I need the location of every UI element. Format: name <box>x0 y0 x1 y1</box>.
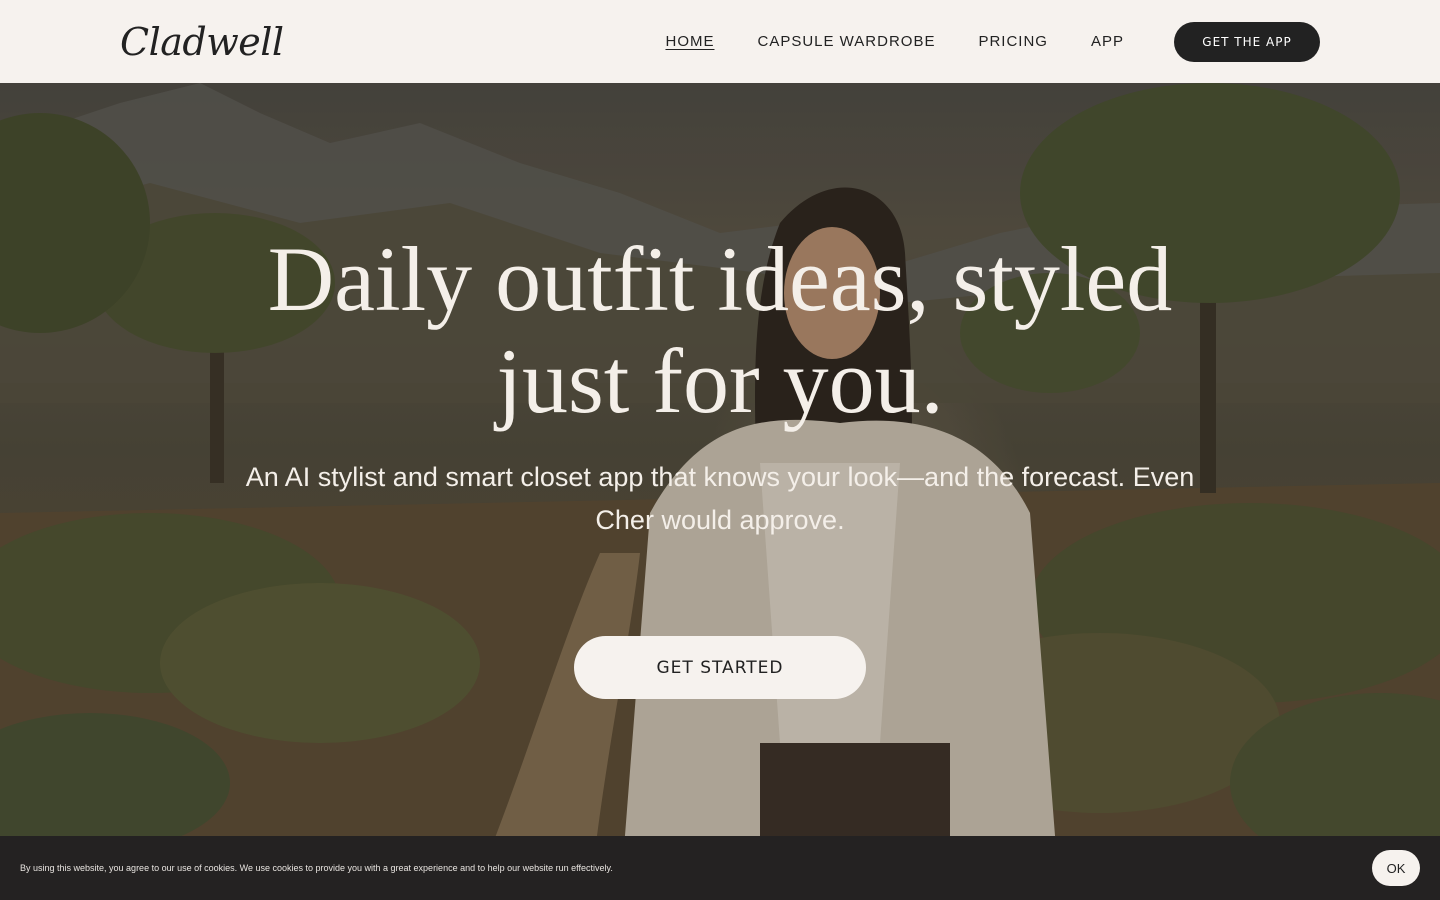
main-nav: HOME CAPSULE WARDROBE PRICING APP <box>665 33 1124 50</box>
nav-capsule-wardrobe[interactable]: CAPSULE WARDROBE <box>757 33 935 50</box>
hero-subtitle: An AI stylist and smart closet app that … <box>245 462 1195 535</box>
cladwell-logo[interactable]: Cladwell <box>120 23 284 61</box>
nav-home[interactable]: HOME <box>665 33 714 50</box>
hero-title-line-1: Daily outfit ideas, styled <box>267 228 1173 330</box>
site-header: Cladwell HOME CAPSULE WARDROBE PRICING A… <box>0 0 1440 83</box>
hero-section: Daily outfit ideas, styled just for you.… <box>0 83 1440 900</box>
nav-app[interactable]: APP <box>1091 33 1124 50</box>
hero-title: Daily outfit ideas, styled just for you. <box>0 228 1440 432</box>
cookie-bar: By using this website, you agree to our … <box>0 836 1440 900</box>
get-started-button[interactable]: GET STARTED <box>574 636 866 699</box>
cookie-text: By using this website, you agree to our … <box>20 863 613 873</box>
hero-title-line-2: just for you. <box>496 330 944 432</box>
nav-pricing[interactable]: PRICING <box>978 33 1048 50</box>
cookie-ok-button[interactable]: OK <box>1372 850 1420 886</box>
get-the-app-button[interactable]: GET THE APP <box>1174 21 1320 62</box>
